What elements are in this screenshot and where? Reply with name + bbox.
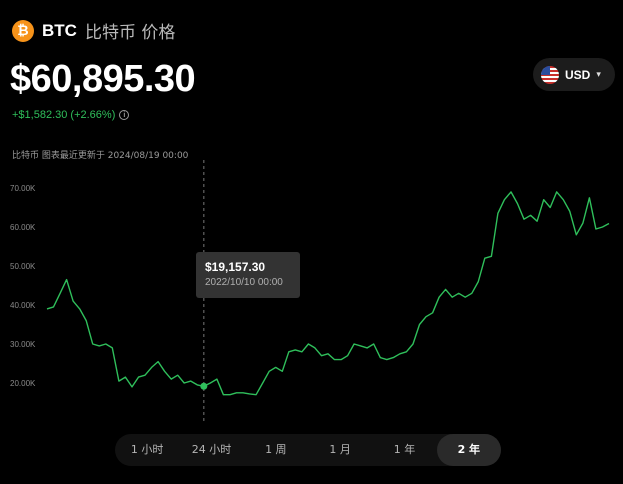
time-range-tabs: 1 小时 24 小时 1 周1 月1 年2 年 — [115, 434, 501, 466]
tab-range[interactable]: 24 小时 — [179, 434, 243, 466]
price-change: +$1,582.30 (+2.66%) i — [12, 109, 130, 121]
tooltip-date: 2022/10/10 00:00 — [205, 277, 283, 288]
header: ₿ BTC 比特币 价格 — [12, 18, 175, 43]
y-tick-label: 40.00K — [10, 301, 36, 310]
price-chart[interactable]: 20.00K 30.00K 40.00K 50.00K 60.00K 70.00K — [0, 160, 623, 430]
tooltip-value: $19,157.30 — [205, 260, 266, 274]
coin-symbol: BTC — [42, 20, 77, 40]
current-price: $60,895.30 — [10, 58, 196, 100]
chevron-down-icon: ▾ — [596, 69, 601, 79]
us-flag-icon — [541, 65, 559, 84]
currency-label: USD — [565, 67, 591, 82]
chart-tooltip: $19,157.30 2022/10/10 00:00 — [196, 252, 300, 298]
price-line — [46, 191, 610, 396]
y-tick-label: 30.00K — [10, 340, 36, 349]
tab-range[interactable]: 1 小时 — [115, 434, 179, 466]
y-tick-label: 20.00K — [10, 379, 36, 388]
tab-range[interactable]: 1 月 — [308, 434, 372, 466]
page-title: 比特币 价格 — [84, 23, 176, 43]
currency-selector[interactable]: USD ▾ — [533, 58, 615, 91]
y-tick-label: 60.00K — [10, 223, 36, 232]
info-icon[interactable]: i — [119, 110, 130, 120]
bitcoin-logo-icon: ₿ — [12, 19, 34, 42]
y-tick-label: 50.00K — [10, 262, 36, 271]
highlight-point — [200, 382, 208, 390]
tab-range[interactable]: 1 周 — [244, 434, 308, 466]
tab-range[interactable]: 1 年 — [372, 434, 436, 466]
price-change-value: +$1,582.30 (+2.66%) — [12, 109, 116, 121]
tab-range[interactable]: 2 年 — [436, 434, 501, 466]
y-tick-label: 70.00K — [10, 184, 36, 193]
